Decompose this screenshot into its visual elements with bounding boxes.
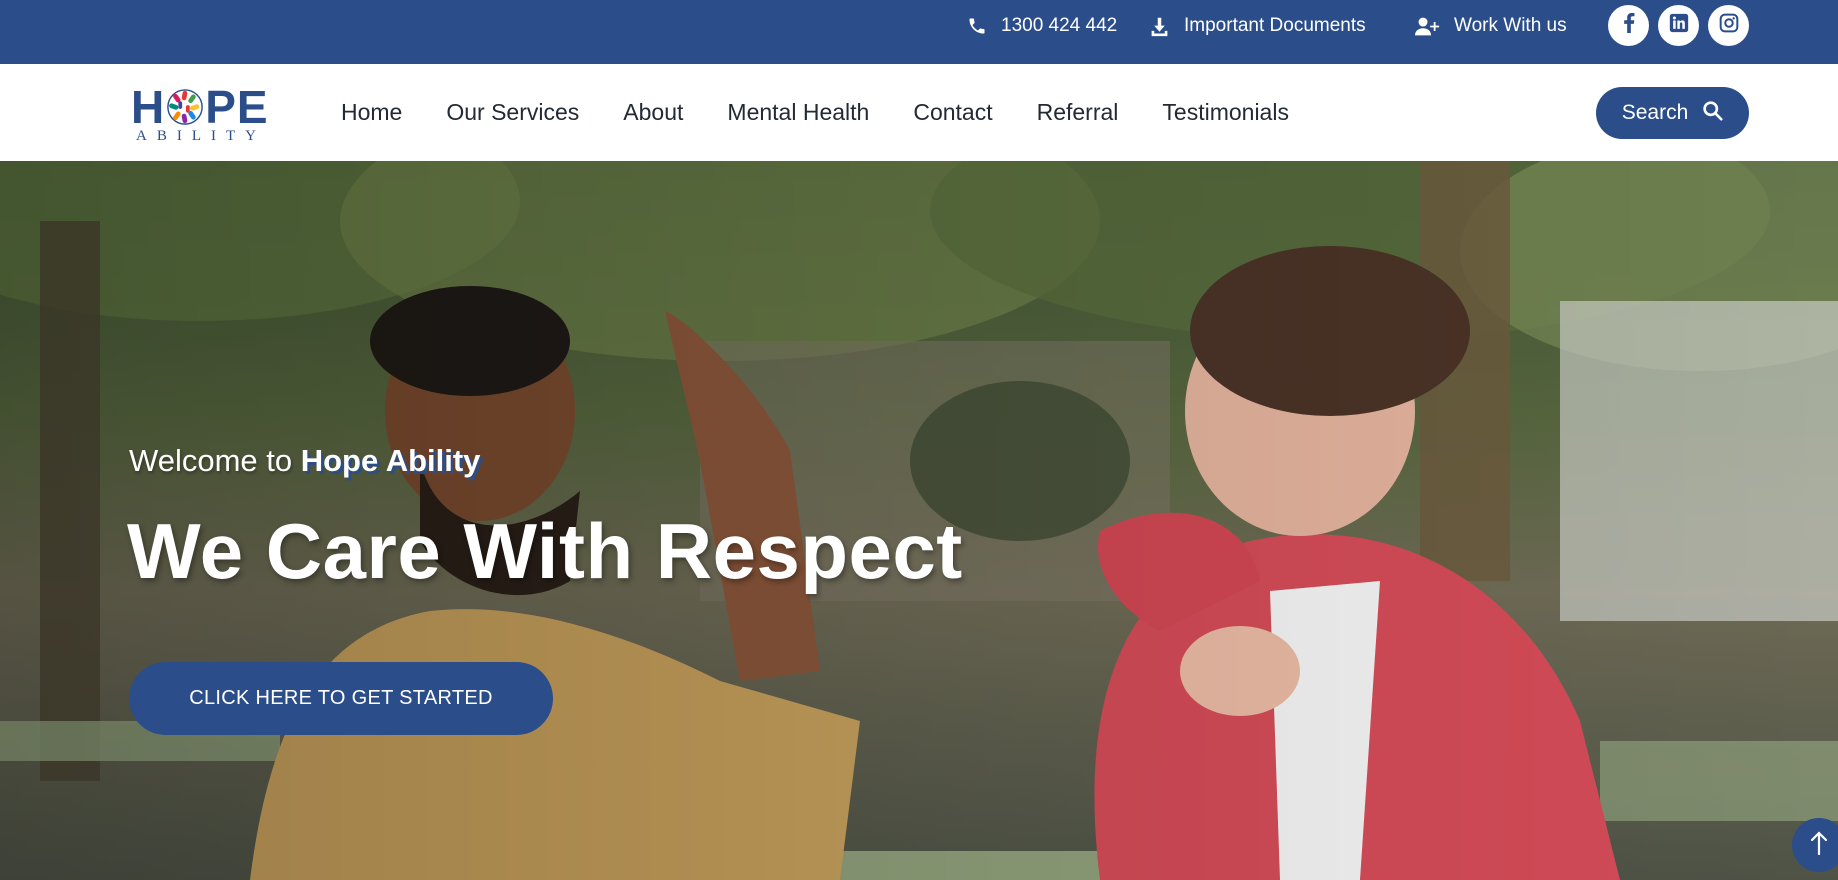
get-started-button[interactable]: CLICK HERE TO GET STARTED — [129, 662, 553, 735]
phone-icon — [967, 16, 987, 36]
work-with-us-link[interactable]: Work With us — [1415, 0, 1567, 52]
facebook-link[interactable] — [1608, 5, 1649, 46]
phone-link[interactable]: 1300 424 442 — [967, 0, 1117, 52]
important-documents-label: Important Documents — [1184, 15, 1366, 36]
logo-wordmark: H PE — [131, 81, 269, 133]
nav-mental-health[interactable]: Mental Health — [727, 99, 869, 126]
instagram-icon — [1719, 13, 1739, 38]
hero-welcome-text: Welcome to Hope Ability — [129, 443, 480, 479]
important-documents-link[interactable]: Important Documents — [1149, 0, 1366, 52]
work-with-us-label: Work With us — [1454, 15, 1567, 36]
main-navigation: Home Our Services About Mental Health Co… — [341, 64, 1289, 161]
user-plus-icon — [1415, 16, 1440, 37]
hope-ability-logo[interactable]: H PE ABILITY — [131, 81, 276, 144]
nav-contact[interactable]: Contact — [913, 99, 992, 126]
search-button[interactable]: Search — [1596, 87, 1749, 139]
nav-about[interactable]: About — [623, 99, 683, 126]
nav-referral[interactable]: Referral — [1037, 99, 1119, 126]
nav-home[interactable]: Home — [341, 99, 402, 126]
logo-subtitle: ABILITY — [136, 128, 266, 144]
nav-testimonials[interactable]: Testimonials — [1162, 99, 1289, 126]
facebook-icon — [1623, 13, 1635, 38]
welcome-prefix: Welcome to — [129, 443, 293, 478]
search-label: Search — [1621, 101, 1689, 124]
search-icon — [1702, 100, 1723, 127]
nav-our-services[interactable]: Our Services — [446, 99, 579, 126]
welcome-brand: Hope Ability — [300, 443, 481, 478]
hero-headline: We Care With Respect — [127, 507, 963, 595]
logo-people-icon — [166, 88, 204, 126]
linkedin-link[interactable] — [1658, 5, 1699, 46]
main-header: H PE ABILITY Home Our Services About Men… — [0, 64, 1838, 161]
linkedin-icon — [1669, 13, 1689, 38]
phone-number: 1300 424 442 — [1001, 15, 1118, 36]
instagram-link[interactable] — [1708, 5, 1749, 46]
download-icon — [1149, 16, 1170, 37]
arrow-up-icon — [1809, 830, 1829, 861]
scroll-to-top-button[interactable] — [1792, 818, 1838, 872]
hero-section: Welcome to Hope Ability We Care With Res… — [0, 161, 1838, 880]
top-utility-bar: 1300 424 442 Important Documents Work Wi… — [0, 0, 1838, 64]
